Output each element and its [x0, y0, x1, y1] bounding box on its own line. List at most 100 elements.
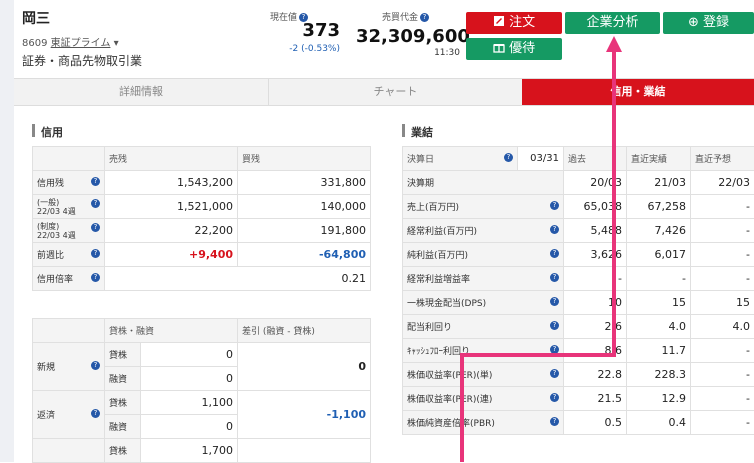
results-body: 決算期20/0321/0322/03売上(百万円)?65,03867,258-経… [403, 171, 754, 435]
table-row: ?(一般)22/03 4週 1,521,000 140,000 [33, 195, 371, 219]
table-row: 前週比? +9,400 -64,800 [33, 243, 371, 267]
help-icon[interactable]: ? [550, 273, 559, 282]
credit-table: 売残 買残 信用残? 1,543,200 331,800 ?(一般)22/03 … [32, 146, 371, 291]
row-label: 株価収益率(PER)(単)? [403, 363, 564, 387]
tab-chart[interactable]: チャート [269, 79, 522, 105]
table-row: 株価収益率(PER)(単)?22.8228.3- [403, 363, 754, 387]
help-icon[interactable]: ? [420, 13, 429, 22]
lending-corner [33, 319, 105, 343]
table-row: 配当利回り?2.64.04.0 [403, 315, 754, 339]
row-label-text: 株価収益率(PER)(単) [407, 371, 492, 381]
credit-sell: +9,400 [105, 243, 238, 267]
help-icon[interactable]: ? [550, 201, 559, 210]
results-head-past: 過去 [564, 147, 627, 171]
results-value: - [691, 387, 754, 411]
tab-details[interactable]: 詳細情報 [14, 79, 269, 105]
row-sub-label: 22/03 4週 [37, 207, 100, 216]
help-icon[interactable]: ? [91, 273, 100, 282]
lending-head-lend: 貸株・融資 [105, 319, 238, 343]
help-icon[interactable]: ? [550, 417, 559, 426]
results-head-forecast: 直近予想 [691, 147, 754, 171]
row-label-text: 株価収益率(PER)(連) [407, 395, 492, 405]
row-label: 株価純資産倍率(PBR)? [403, 411, 564, 435]
row-label: 信用倍率? [33, 267, 105, 291]
lending-value: 1,100 [141, 391, 238, 415]
results-value: - [691, 267, 754, 291]
help-icon[interactable]: ? [550, 321, 559, 330]
table-row: 決算期20/0321/0322/03 [403, 171, 754, 195]
credit-head-buy: 買残 [238, 147, 371, 171]
help-icon[interactable]: ? [91, 249, 100, 258]
table-row: 売上(百万円)?65,03867,258- [403, 195, 754, 219]
results-value: 4.0 [627, 315, 691, 339]
chevron-down-icon[interactable]: ▾ [114, 38, 119, 49]
help-icon[interactable]: ? [504, 153, 513, 162]
register-button[interactable]: ⊕ 登録 [663, 12, 754, 34]
help-icon[interactable]: ? [91, 223, 100, 232]
help-icon[interactable]: ? [91, 177, 100, 186]
results-value: 0.5 [564, 411, 627, 435]
help-icon[interactable]: ? [91, 199, 100, 208]
row-label: ｷｬｯｼｭﾌﾛｰ利回り? [403, 339, 564, 363]
row-label: 一株現金配当(DPS)? [403, 291, 564, 315]
help-icon[interactable]: ? [550, 225, 559, 234]
help-icon[interactable]: ? [550, 369, 559, 378]
market-dropdown[interactable]: 東証プライム [51, 38, 111, 49]
results-value: - [691, 339, 754, 363]
row-label-text: 純利益(百万円) [407, 251, 468, 261]
help-icon[interactable]: ? [91, 361, 100, 370]
industry: 証券・商品先物取引業 [22, 52, 142, 69]
yutai-label: 優待 [509, 41, 535, 56]
row-label: 前週比? [33, 243, 105, 267]
row-sub-label: 22/03 4週 [37, 231, 100, 240]
results-value: 2.6 [564, 315, 627, 339]
gift-icon [493, 41, 509, 56]
row-label-text: 新規 [37, 363, 55, 373]
results-value: 10 [564, 291, 627, 315]
help-icon[interactable]: ? [550, 345, 559, 354]
yutai-button[interactable]: 優待 [466, 38, 562, 60]
table-row: 一株現金配当(DPS)?101515 [403, 291, 754, 315]
row-label-text: 売上(百万円) [407, 203, 459, 213]
results-value: 65,038 [564, 195, 627, 219]
turnover-value: 32,309,600 [356, 26, 460, 47]
results-head-date: 03/31 [518, 147, 564, 171]
table-row: 経常利益増益率?--- [403, 267, 754, 291]
results-value: 11.7 [627, 339, 691, 363]
help-icon[interactable]: ? [550, 393, 559, 402]
results-value: 15 [691, 291, 754, 315]
table-row: 貸株 1,700 [33, 439, 371, 463]
turnover-label: 売買代金? [382, 10, 429, 23]
credit-sell: 1,521,000 [105, 195, 238, 219]
table-row: ｷｬｯｼｭﾌﾛｰ利回り?8.611.7- [403, 339, 754, 363]
tab-credit-results[interactable]: 信用・業結 [522, 79, 754, 105]
results-value: - [691, 411, 754, 435]
order-button[interactable]: 注文 [466, 12, 562, 34]
stock-code: 8609 [22, 38, 47, 49]
help-icon[interactable]: ? [91, 409, 100, 418]
table-row: 新規? 貸株 0 0 [33, 343, 371, 367]
main-panel: 岡三 8609 東証プライム ▾ 証券・商品先物取引業 現在値? 373 -2 … [14, 0, 754, 462]
sub-label: 貸株 [105, 391, 141, 415]
row-label-text: 決算期 [407, 179, 434, 189]
table-row: 純利益(百万円)?3,6266,017- [403, 243, 754, 267]
company-analysis-button[interactable]: 企業分析 [565, 12, 660, 34]
results-head-date-label: 決算日? [403, 147, 518, 171]
stock-header: 岡三 8609 東証プライム ▾ 証券・商品先物取引業 現在値? 373 -2 … [14, 0, 754, 76]
results-value: - [691, 363, 754, 387]
table-row: 株価純資産倍率(PBR)?0.50.4- [403, 411, 754, 435]
row-label-text: ｷｬｯｼｭﾌﾛｰ利回り [407, 347, 470, 357]
sub-label: 貸株 [105, 439, 141, 463]
credit-head-sell: 売残 [105, 147, 238, 171]
table-row: 信用残? 1,543,200 331,800 [33, 171, 371, 195]
row-label-text: 経常利益(百万円) [407, 227, 477, 237]
lending-value: 0 [141, 367, 238, 391]
row-label: 返済? [33, 391, 105, 439]
help-icon[interactable]: ? [550, 297, 559, 306]
stock-code-market[interactable]: 8609 東証プライム ▾ [22, 34, 119, 49]
lending-value: 0 [141, 343, 238, 367]
results-value: 0.4 [627, 411, 691, 435]
help-icon[interactable]: ? [550, 249, 559, 258]
row-label: 信用残? [33, 171, 105, 195]
credit-buy: 331,800 [238, 171, 371, 195]
